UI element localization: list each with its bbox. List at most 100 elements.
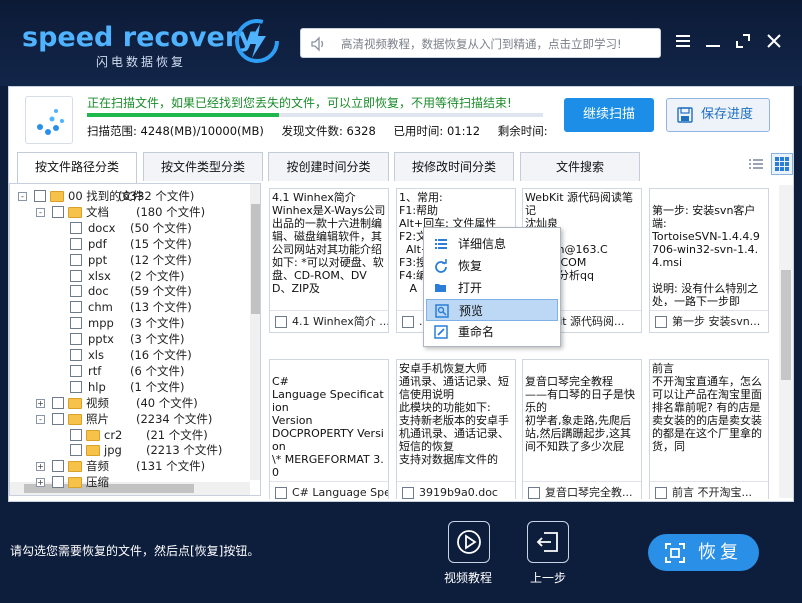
tree-row[interactable]: hlp (1 个文件) [10, 379, 248, 395]
remaining-time: 剩余时间: [497, 124, 548, 138]
menu-item-recover[interactable]: 恢复 [426, 255, 558, 277]
found-count: 发现文件数: 6328 [281, 124, 376, 138]
file-card[interactable]: 第一步: 安装svn客户端: TortoiseSVN-1.4.4.9706-wi… [649, 188, 769, 333]
recover-button[interactable]: 恢复 [648, 534, 759, 571]
collapse-icon[interactable]: - [36, 414, 45, 424]
search-bar[interactable]: 高清视频教程，数据恢复从入门到精通，点击立即学习! [300, 28, 661, 58]
menu-icon[interactable] [674, 32, 692, 50]
file-checkbox[interactable] [275, 316, 287, 328]
tab-by-path[interactable]: 按文件路径分类 [17, 152, 137, 183]
menu-item-details[interactable]: 详细信息 [426, 233, 558, 255]
tree-checkbox[interactable] [70, 253, 82, 266]
tree-row[interactable]: cr2 (21 个文件) [10, 427, 248, 443]
close-icon[interactable] [765, 32, 783, 50]
tree-checkbox[interactable] [52, 412, 64, 425]
back-button[interactable] [527, 521, 569, 563]
tree-row[interactable]: xls (16 个文件) [10, 347, 248, 363]
tree-row[interactable]: pdf (15 个文件) [10, 236, 248, 252]
file-card[interactable]: 安卓手机恢复大师 通讯录、通话记录、短信使用说明 此模块的功能如下: 支持新老版… [396, 359, 516, 499]
tree-row[interactable]: - 照片 (2234 个文件) [10, 411, 248, 427]
menu-item-open[interactable]: 打开 [426, 277, 558, 299]
back-label: 上一步 [530, 571, 567, 585]
tree-scroll-thumb[interactable] [251, 204, 260, 314]
tab-file-search[interactable]: 文件搜索 [520, 152, 640, 181]
tree-row[interactable]: mpp (3 个文件) [10, 315, 248, 331]
file-card[interactable]: 4.1 Winhex简介 Winhex是X-Ways公司出品的一款十六进制编辑、… [269, 188, 389, 333]
file-checkbox[interactable] [402, 487, 414, 499]
elapsed-time: 已用时间: 01:12 [393, 124, 481, 138]
recover-label: 恢复 [698, 542, 742, 563]
file-card[interactable]: 复音口琴完全教程 ——有口琴的日子是快乐的 初学者,象走路,先爬后站,然后蹒跚起… [522, 359, 642, 499]
tree-row[interactable]: ppt (12 个文件) [10, 252, 248, 268]
tree-row[interactable]: chm (13 个文件) [10, 299, 248, 315]
file-checkbox[interactable] [275, 487, 287, 499]
tree-checkbox[interactable] [70, 285, 82, 298]
tree-checkbox[interactable] [70, 317, 82, 330]
tab-by-type[interactable]: 按文件类型分类 [143, 152, 263, 181]
list-view-icon[interactable] [746, 154, 766, 174]
tree-label: cr2 [104, 427, 123, 442]
tree-row[interactable]: rtf (6 个文件) [10, 363, 248, 379]
file-checkbox[interactable] [402, 316, 414, 328]
save-progress-label: 保存进度 [701, 107, 754, 122]
tree-checkbox[interactable] [70, 364, 82, 377]
collapse-icon[interactable]: - [18, 192, 27, 201]
tree-checkbox[interactable] [52, 205, 64, 218]
tab-by-modified[interactable]: 按修改时间分类 [394, 152, 514, 181]
save-icon [677, 107, 693, 123]
tree-row[interactable]: doc (59 个文件) [10, 283, 248, 299]
tree-checkbox[interactable] [70, 333, 82, 346]
tree-row[interactable]: + 视频 (40 个文件) [10, 395, 248, 411]
continue-scan-button[interactable]: 继续扫描 [564, 98, 654, 132]
tree-row[interactable]: + 压缩 [10, 474, 248, 490]
tree-row[interactable]: pptx (3 个文件) [10, 331, 248, 347]
menu-item-preview[interactable]: 预览 [426, 299, 558, 321]
tree-row[interactable]: + 音频 (131 个文件) [10, 458, 248, 474]
tree-checkbox[interactable] [34, 190, 46, 202]
tree-checkbox[interactable] [52, 476, 64, 489]
save-progress-button[interactable]: 保存进度 [666, 98, 770, 132]
file-name: 第一步 安装svn... [672, 315, 761, 328]
tree-checkbox[interactable] [52, 460, 64, 473]
scan-status: 正在扫描文件，如果已经找到您丢失的文件，可以立即恢复，不用等待扫描结束! 扫描范… [17, 92, 795, 144]
file-card[interactable]: 前言 不开淘宝直通车，怎么可以让产品在淘宝里面排名靠前呢? 有的店是卖女装的的店… [649, 359, 769, 499]
tree-checkbox[interactable] [52, 396, 64, 409]
tree-row[interactable]: xlsx (2 个文件) [10, 268, 248, 284]
grid-scroll-thumb[interactable] [781, 270, 791, 380]
search-placeholder: 高清视频教程，数据恢复从入门到精通，点击立即学习! [341, 37, 622, 51]
minimize-icon[interactable] [704, 32, 722, 50]
maximize-icon[interactable] [734, 32, 752, 50]
menu-item-label: 打开 [458, 281, 483, 295]
tree-checkbox[interactable] [70, 380, 82, 393]
lightning-bolt-icon [235, 19, 279, 63]
menu-item-rename[interactable]: 重命名 [426, 321, 558, 343]
tree-checkbox[interactable] [70, 444, 82, 457]
tree-checkbox[interactable] [70, 269, 82, 282]
tree-checkbox[interactable] [70, 221, 82, 234]
app-window: speed recovery 闪电数据恢复 高清视频教程，数据恢复从入门到精通，… [0, 0, 802, 603]
file-checkbox[interactable] [655, 487, 667, 499]
tree-row[interactable]: -00 找到的文件 (6332 个文件) [10, 188, 248, 204]
tree-row[interactable]: jpg (2213 个文件) [10, 442, 248, 458]
tree-row[interactable]: docx (50 个文件) [10, 220, 248, 236]
expand-icon[interactable]: + [36, 398, 45, 408]
video-tutorial-button[interactable] [448, 521, 490, 563]
tree-label: jpg [104, 443, 122, 458]
tree-vertical-scrollbar[interactable] [250, 184, 260, 480]
tab-by-created[interactable]: 按创建时间分类 [268, 152, 389, 181]
file-checkbox[interactable] [655, 316, 667, 328]
tree-checkbox[interactable] [70, 237, 82, 250]
grid-vertical-scrollbar[interactable] [779, 185, 793, 498]
grid-view-icon[interactable] [771, 153, 793, 175]
file-name: 复音口琴完全教... [545, 486, 633, 499]
file-checkbox[interactable] [528, 487, 540, 499]
expand-icon[interactable]: + [36, 478, 45, 488]
tree-checkbox[interactable] [70, 301, 82, 314]
tree-checkbox[interactable] [70, 349, 82, 361]
file-card[interactable]: C# Language Specification Version DOCPRO… [269, 359, 389, 499]
expand-icon[interactable]: + [36, 462, 45, 472]
menu-item-label: 详细信息 [458, 237, 507, 251]
collapse-icon[interactable]: - [36, 207, 45, 217]
tree-row[interactable]: - 文档 (180 个文件) [10, 204, 248, 220]
tree-checkbox[interactable] [70, 428, 82, 441]
